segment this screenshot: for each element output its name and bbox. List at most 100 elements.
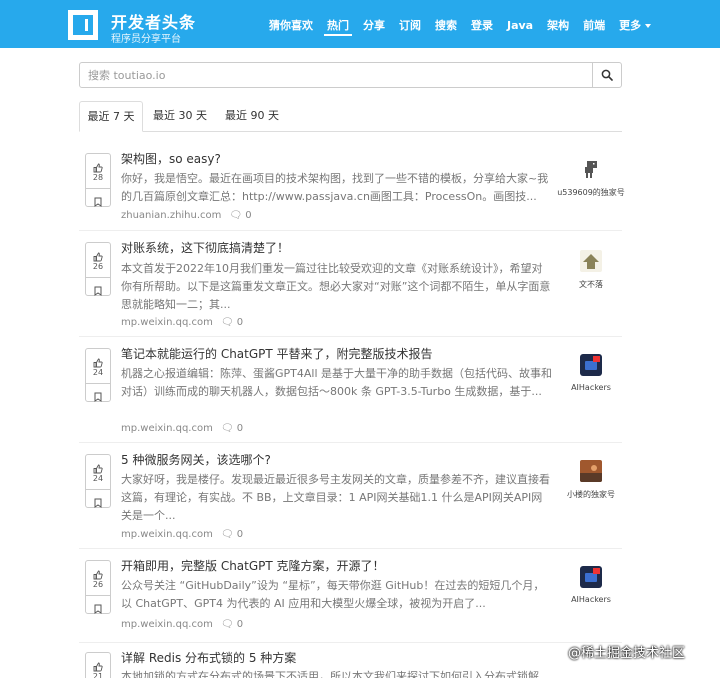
avatar <box>580 460 602 482</box>
comment-icon: 🗨︎ <box>229 210 243 221</box>
article-item: 24 5 种微服务网关，该选哪个? 大家好呀，我是楼仔。发现最近最近很多号主发网… <box>79 442 622 549</box>
main-nav: 猜你喜欢 热门 分享 订阅 搜索 登录 Java 架构 前端 更多 <box>262 0 658 48</box>
nav-item-hot[interactable]: 热门 <box>320 0 356 48</box>
author-name: u539609的独家号 <box>557 188 625 197</box>
brand-subtitle: 程序员分享平台 <box>111 34 181 45</box>
bookmark-icon[interactable] <box>86 595 110 618</box>
author-block[interactable]: AIHackers <box>555 354 627 392</box>
article-summary: 公众号关注 “GitHubDaily”设为 “星标”，每天带你逛 GitHub！… <box>121 579 545 610</box>
article-source[interactable]: mp.weixin.qq.com <box>121 317 213 328</box>
article-title[interactable]: 详解 Redis 分布式锁的 5 种方案 <box>121 649 296 666</box>
author-block[interactable]: AIHackers <box>555 566 627 604</box>
comment-icon: 🗨︎ <box>220 423 234 434</box>
comment-count: 0 <box>236 529 244 540</box>
bookmark-icon[interactable] <box>86 489 110 512</box>
nav-item-guess[interactable]: 猜你喜欢 <box>262 0 320 48</box>
comment-icon: 🗨︎ <box>220 317 234 328</box>
article-title[interactable]: 笔记本就能运行的 ChatGPT 平替来了，附完整版技术报告 <box>121 345 433 362</box>
article-source[interactable]: mp.weixin.qq.com <box>121 423 213 434</box>
time-range-tabs: 最近 7 天 最近 30 天 最近 90 天 <box>79 101 622 132</box>
nav-item-share[interactable]: 分享 <box>356 0 392 48</box>
vote-count: 21 <box>92 672 104 678</box>
article-meta: mp.weixin.qq.com 🗨︎ 0 <box>121 423 243 434</box>
bookmark-icon[interactable] <box>86 188 110 211</box>
article-item: 26 开箱即用，完整版 ChatGPT 克隆方案，开源了！ 公众号关注 “Git… <box>79 548 622 643</box>
article-source[interactable]: mp.weixin.qq.com <box>121 529 213 540</box>
vote-box: 24 <box>85 348 111 402</box>
nav-item-login[interactable]: 登录 <box>464 0 500 48</box>
vote-box: 24 <box>85 454 111 508</box>
avatar <box>580 250 602 272</box>
nav-item-subscribe[interactable]: 订阅 <box>392 0 428 48</box>
vote-count: 26 <box>92 262 104 271</box>
author-name: 小楼的独家号 <box>567 490 615 499</box>
article-summary: 你好，我是悟空。最近在画项目的技术架构图，找到了一些不错的模板，分享给大家~我的… <box>121 172 549 203</box>
author-name: AIHackers <box>571 383 611 392</box>
comment-link[interactable]: 🗨︎ 0 <box>221 529 243 540</box>
article-summary: 机器之心报道编辑：陈萍、蛋酱GPT4All 是基于大量干净的助手数据（包括代码、… <box>121 367 553 398</box>
vote-box: 21 <box>85 652 111 678</box>
tab-last-90-days[interactable]: 最近 90 天 <box>219 101 285 131</box>
search-bar <box>79 62 622 88</box>
article-item: 21 详解 Redis 分布式锁的 5 种方案 本地加锁的方式在分布式的场景下不… <box>79 642 622 678</box>
article-meta: mp.weixin.qq.com 🗨︎ 0 <box>121 317 243 328</box>
vote-count: 26 <box>92 580 104 589</box>
comment-icon: 🗨︎ <box>220 529 234 540</box>
top-navbar: 开发者头条 程序员分享平台 猜你喜欢 热门 分享 订阅 搜索 登录 Java 架… <box>0 0 720 48</box>
avatar <box>580 354 602 376</box>
nav-item-search[interactable]: 搜索 <box>428 0 464 48</box>
article-item: 24 笔记本就能运行的 ChatGPT 平替来了，附完整版技术报告 机器之心报道… <box>79 336 622 443</box>
article-title[interactable]: 5 种微服务网关，该选哪个? <box>121 451 271 468</box>
comment-count: 0 <box>236 317 244 328</box>
vote-count: 24 <box>92 474 104 483</box>
author-block[interactable]: u539609的独家号 <box>555 158 627 198</box>
comment-count: 0 <box>236 619 244 630</box>
article-summary: 本地加锁的方式在分布式的场景下不适用，所以本文我们来探讨下如何引入分布式锁解决.… <box>121 670 539 678</box>
comment-link[interactable]: 🗨︎ 0 <box>221 619 243 630</box>
comment-count: 0 <box>236 423 244 434</box>
article-summary: 本文首发于2022年10月我们重发一篇过往比较受欢迎的文章《对账系统设计》，希望… <box>121 262 551 311</box>
author-name: 文不落 <box>579 280 603 289</box>
bookmark-icon[interactable] <box>86 277 110 300</box>
article-meta: mp.weixin.qq.com 🗨︎ 0 <box>121 529 243 540</box>
article-title[interactable]: 对账系统，这下彻底搞清楚了！ <box>121 239 289 256</box>
nav-item-architecture[interactable]: 架构 <box>540 0 576 48</box>
article-source[interactable]: zhuanian.zhihu.com <box>121 210 221 221</box>
comment-icon: 🗨︎ <box>220 619 234 630</box>
comment-link[interactable]: 🗨︎ 0 <box>221 423 243 434</box>
bookmark-icon[interactable] <box>86 383 110 406</box>
search-icon <box>601 69 613 81</box>
nav-item-frontend[interactable]: 前端 <box>576 0 612 48</box>
nav-item-java[interactable]: Java <box>500 0 540 48</box>
article-title[interactable]: 架构图，so easy? <box>121 150 221 167</box>
vote-box: 28 <box>85 153 111 207</box>
nav-more-label: 更多 <box>619 19 642 32</box>
article-item: 28 架构图，so easy? 你好，我是悟空。最近在画项目的技术架构图，找到了… <box>79 141 625 231</box>
vote-count: 28 <box>92 173 104 182</box>
watermark: @稀土掘金技术社区 <box>568 646 686 661</box>
article-source[interactable]: mp.weixin.qq.com <box>121 619 213 630</box>
comment-link[interactable]: 🗨︎ 0 <box>229 210 251 221</box>
tab-last-7-days[interactable]: 最近 7 天 <box>79 101 143 132</box>
article-meta: mp.weixin.qq.com 🗨︎ 0 <box>121 619 243 630</box>
author-name: AIHackers <box>571 595 611 604</box>
avatar <box>580 566 602 588</box>
chevron-down-icon <box>645 24 652 28</box>
search-button[interactable] <box>592 63 621 87</box>
vote-count: 24 <box>92 368 104 377</box>
author-block[interactable]: 小楼的独家号 <box>555 460 627 500</box>
vote-box: 26 <box>85 242 111 296</box>
tab-last-30-days[interactable]: 最近 30 天 <box>147 101 213 131</box>
nav-item-more[interactable]: 更多 <box>612 0 658 48</box>
article-title[interactable]: 开箱即用，完整版 ChatGPT 克隆方案，开源了！ <box>121 557 385 574</box>
vote-box: 26 <box>85 560 111 614</box>
article-meta: zhuanian.zhihu.com 🗨︎ 0 <box>121 210 252 221</box>
comment-link[interactable]: 🗨︎ 0 <box>221 317 243 328</box>
article-summary: 大家好呀，我是楼仔。发现最近最近很多号主发网关的文章，质量参差不齐，建议直接看这… <box>121 473 550 522</box>
author-block[interactable]: 文不落 <box>555 250 627 290</box>
avatar <box>585 161 597 178</box>
search-input[interactable] <box>80 63 592 87</box>
comment-count: 0 <box>245 210 252 221</box>
logo-icon[interactable] <box>68 10 98 40</box>
article-item: 26 对账系统，这下彻底搞清楚了！ 本文首发于2022年10月我们重发一篇过往比… <box>79 230 622 337</box>
